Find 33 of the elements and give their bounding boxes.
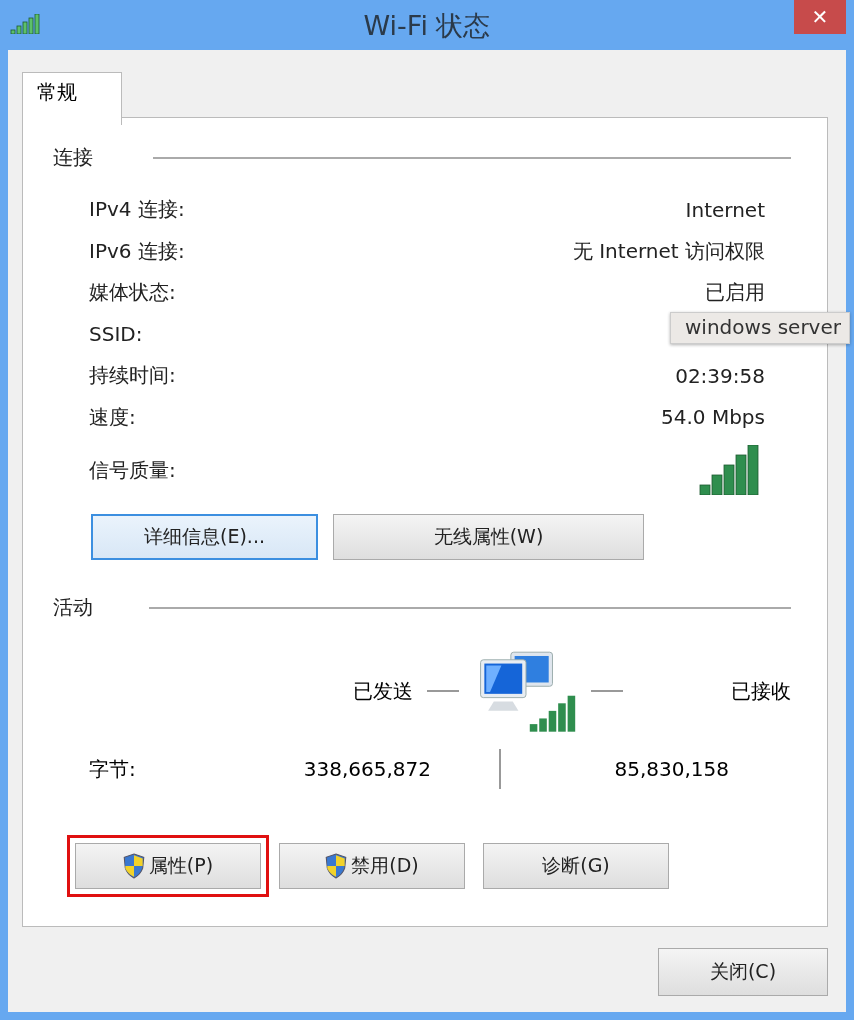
field-label: IPv6 连接: (89, 237, 185, 265)
signal-strength-icon (699, 445, 759, 495)
field-value: 已启用 (705, 279, 765, 307)
received-label: 已接收 (730, 677, 791, 705)
bytes-label: 字节: (89, 755, 137, 783)
field-value: 54.0 Mbps (661, 405, 765, 430)
dialog-button[interactable]: 诊断(G) (483, 843, 669, 889)
dialog-button[interactable]: 禁用(D) (279, 843, 465, 889)
close-button[interactable]: 关闭(C) (658, 948, 828, 996)
field-label: SSID: (89, 322, 143, 347)
field-value: 02:39:58 (675, 363, 765, 388)
shield-icon (325, 853, 348, 879)
dialog-button[interactable]: 详细信息(E)... (91, 514, 318, 560)
dialog-button[interactable]: 属性(P) (75, 843, 261, 889)
field-value: Internet (685, 197, 765, 222)
tab[interactable]: 常规 (22, 72, 122, 125)
section-heading: 活动 (53, 594, 93, 621)
tooltip: windows server (670, 312, 850, 344)
field-value: 无 Internet 访问权限 (572, 237, 765, 265)
section-heading: 连接 (53, 144, 93, 171)
close-button[interactable]: ✕ (794, 0, 846, 34)
signal-icon (10, 14, 40, 34)
bytes-received-value: 85,830,158 (613, 757, 729, 781)
field-label: 速度: (89, 403, 136, 431)
field-label: 媒体状态: (89, 279, 176, 307)
field-label: 持续时间: (89, 362, 176, 390)
sent-label: 已发送 (351, 677, 413, 705)
window-title: Wi-Fi 状态 (363, 9, 491, 43)
dialog-button[interactable]: 无线属性(W) (333, 514, 644, 560)
field-label: 信号质量: (89, 456, 176, 484)
shield-icon (122, 853, 145, 879)
bytes-sent-value: 338,665,872 (302, 757, 431, 781)
field-label: IPv4 连接: (89, 196, 185, 224)
